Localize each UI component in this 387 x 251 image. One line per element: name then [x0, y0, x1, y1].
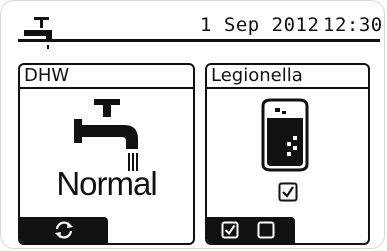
dhw-panel-title: DHW: [20, 65, 193, 89]
legionella-panel-title: Legionella: [207, 65, 368, 89]
dhw-mode-value: Normal: [56, 165, 157, 202]
date-display: 1 Sep 2012: [200, 14, 320, 36]
dhw-panel[interactable]: DHW Normal: [18, 63, 195, 245]
header-divider: [18, 39, 380, 42]
controller-screen: 1 Sep 2012 12:30 DHW Normal Legionella: [0, 0, 387, 251]
legionella-footer-bar[interactable]: [207, 217, 295, 243]
legionella-panel[interactable]: Legionella: [205, 63, 370, 245]
time-display: 12:30: [323, 14, 383, 36]
status-header: 1 Sep 2012 12:30: [8, 6, 383, 52]
tap-icon: [24, 17, 52, 49]
checkbox-checked-icon[interactable]: [278, 182, 298, 202]
tap-icon: [74, 99, 138, 171]
checkbox-checked-icon[interactable]: [221, 221, 239, 239]
dhw-footer-bar[interactable]: [20, 217, 108, 243]
refresh-icon[interactable]: [53, 220, 75, 240]
checkbox-empty-icon[interactable]: [257, 221, 275, 239]
tank-icon: [261, 98, 309, 172]
